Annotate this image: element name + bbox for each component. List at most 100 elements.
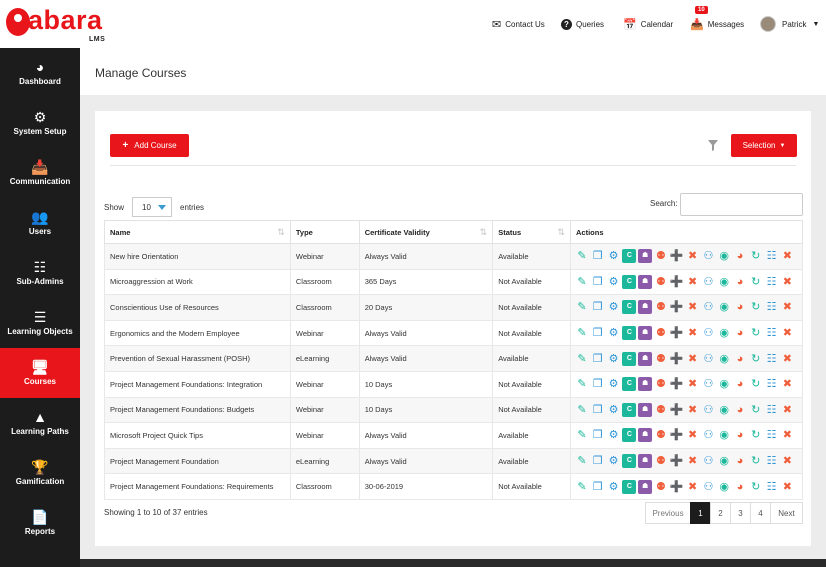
robot-icon[interactable]: ☗ (638, 402, 653, 417)
delete-icon[interactable]: ✖ (780, 480, 794, 494)
selection-dropdown-button[interactable]: Selection ▼ (731, 134, 797, 157)
sidebar-item-learning-objects[interactable]: ☰ Learning Objects (0, 298, 80, 348)
history-icon[interactable]: ↻ (749, 249, 763, 263)
preview-icon[interactable]: ◉ (717, 454, 731, 468)
delete-icon[interactable]: ✖ (780, 300, 794, 314)
add-user-icon[interactable]: ➕ (670, 300, 684, 314)
preview-icon[interactable]: ◉ (717, 300, 731, 314)
remove-user-icon[interactable]: ✖ (686, 428, 700, 442)
sidebar-item-system-setup[interactable]: ⚙ System Setup (0, 98, 80, 148)
certificate-icon[interactable]: C (622, 249, 637, 264)
copy-icon[interactable]: ❐ (591, 454, 605, 468)
robot-icon[interactable]: ☗ (638, 274, 653, 289)
remove-user-icon[interactable]: ✖ (686, 480, 700, 494)
copy-icon[interactable]: ❐ (591, 300, 605, 314)
preview-icon[interactable]: ◉ (717, 428, 731, 442)
remove-user-icon[interactable]: ✖ (686, 377, 700, 391)
edit-icon[interactable]: ✎ (575, 428, 589, 442)
messages-link[interactable]: 10 📥 Messages (690, 0, 744, 48)
sidebar-item-courses[interactable]: 🖥 Courses (0, 348, 80, 398)
edit-icon[interactable]: ✎ (575, 275, 589, 289)
report-icon[interactable]: ☷ (765, 454, 779, 468)
piggy-icon[interactable]: ◕ (733, 326, 747, 340)
next-page-button[interactable]: Next (770, 502, 803, 524)
filter-icon[interactable] (708, 140, 718, 151)
piggy-icon[interactable]: ◕ (733, 352, 747, 366)
copy-icon[interactable]: ❐ (591, 249, 605, 263)
certificate-icon[interactable]: C (622, 300, 637, 315)
enroll-icon[interactable]: ⚉ (654, 480, 668, 494)
piggy-icon[interactable]: ◕ (733, 249, 747, 263)
add-user-icon[interactable]: ➕ (670, 480, 684, 494)
sidebar-item-gamification[interactable]: 🏆 Gamification (0, 448, 80, 498)
col-header-type[interactable]: Type (289, 220, 360, 244)
piggy-icon[interactable]: ◕ (733, 377, 747, 391)
search-input[interactable] (680, 193, 803, 216)
history-icon[interactable]: ↻ (749, 300, 763, 314)
delete-icon[interactable]: ✖ (780, 377, 794, 391)
settings-icon[interactable]: ⚙ (607, 300, 621, 314)
enroll-icon[interactable]: ⚉ (654, 275, 668, 289)
report-icon[interactable]: ☷ (765, 249, 779, 263)
robot-icon[interactable]: ☗ (638, 377, 653, 392)
report-icon[interactable]: ☷ (765, 377, 779, 391)
robot-icon[interactable]: ☗ (638, 428, 653, 443)
enroll-icon[interactable]: ⚉ (654, 326, 668, 340)
certificate-icon[interactable]: C (622, 454, 637, 469)
user-menu[interactable]: Patrick ▼ (760, 0, 819, 48)
history-icon[interactable]: ↻ (749, 403, 763, 417)
settings-icon[interactable]: ⚙ (607, 275, 621, 289)
copy-icon[interactable]: ❐ (591, 326, 605, 340)
piggy-icon[interactable]: ◕ (733, 454, 747, 468)
copy-icon[interactable]: ❐ (591, 377, 605, 391)
copy-icon[interactable]: ❐ (591, 352, 605, 366)
report-icon[interactable]: ☷ (765, 326, 779, 340)
certificate-icon[interactable]: C (622, 402, 637, 417)
piggy-icon[interactable]: ◕ (733, 428, 747, 442)
certificate-icon[interactable]: C (622, 351, 637, 366)
add-user-icon[interactable]: ➕ (670, 326, 684, 340)
add-user-icon[interactable]: ➕ (670, 377, 684, 391)
piggy-icon[interactable]: ◕ (733, 403, 747, 417)
edit-icon[interactable]: ✎ (575, 300, 589, 314)
col-header-name[interactable]: Name ⇅ (104, 220, 291, 244)
settings-icon[interactable]: ⚙ (607, 352, 621, 366)
remove-user-icon[interactable]: ✖ (686, 275, 700, 289)
col-header-validity[interactable]: Certificate Validity ⇅ (358, 220, 494, 244)
report-icon[interactable]: ☷ (765, 480, 779, 494)
edit-icon[interactable]: ✎ (575, 352, 589, 366)
copy-icon[interactable]: ❐ (591, 403, 605, 417)
group-icon[interactable]: ⚇ (701, 377, 715, 391)
delete-icon[interactable]: ✖ (780, 428, 794, 442)
settings-icon[interactable]: ⚙ (607, 428, 621, 442)
sidebar-item-reports[interactable]: 📄 Reports (0, 498, 80, 548)
robot-icon[interactable]: ☗ (638, 300, 653, 315)
delete-icon[interactable]: ✖ (780, 275, 794, 289)
enroll-icon[interactable]: ⚉ (654, 428, 668, 442)
sidebar-item-dashboard[interactable]: ◕ Dashboard (0, 48, 80, 98)
add-user-icon[interactable]: ➕ (670, 275, 684, 289)
brand-logo[interactable]: abara LMS (4, 4, 114, 46)
settings-icon[interactable]: ⚙ (607, 403, 621, 417)
page-button-3[interactable]: 3 (730, 502, 751, 524)
queries-link[interactable]: ? Queries (561, 0, 604, 48)
add-user-icon[interactable]: ➕ (670, 454, 684, 468)
settings-icon[interactable]: ⚙ (607, 480, 621, 494)
col-header-status[interactable]: Status ⇅ (492, 220, 571, 244)
group-icon[interactable]: ⚇ (701, 428, 715, 442)
enroll-icon[interactable]: ⚉ (654, 249, 668, 263)
certificate-icon[interactable]: C (622, 377, 637, 392)
robot-icon[interactable]: ☗ (638, 479, 653, 494)
page-button-1[interactable]: 1 (690, 502, 711, 524)
remove-user-icon[interactable]: ✖ (686, 403, 700, 417)
history-icon[interactable]: ↻ (749, 326, 763, 340)
history-icon[interactable]: ↻ (749, 454, 763, 468)
enroll-icon[interactable]: ⚉ (654, 377, 668, 391)
report-icon[interactable]: ☷ (765, 403, 779, 417)
add-user-icon[interactable]: ➕ (670, 403, 684, 417)
robot-icon[interactable]: ☗ (638, 351, 653, 366)
add-user-icon[interactable]: ➕ (670, 428, 684, 442)
group-icon[interactable]: ⚇ (701, 275, 715, 289)
enroll-icon[interactable]: ⚉ (654, 352, 668, 366)
robot-icon[interactable]: ☗ (638, 326, 653, 341)
